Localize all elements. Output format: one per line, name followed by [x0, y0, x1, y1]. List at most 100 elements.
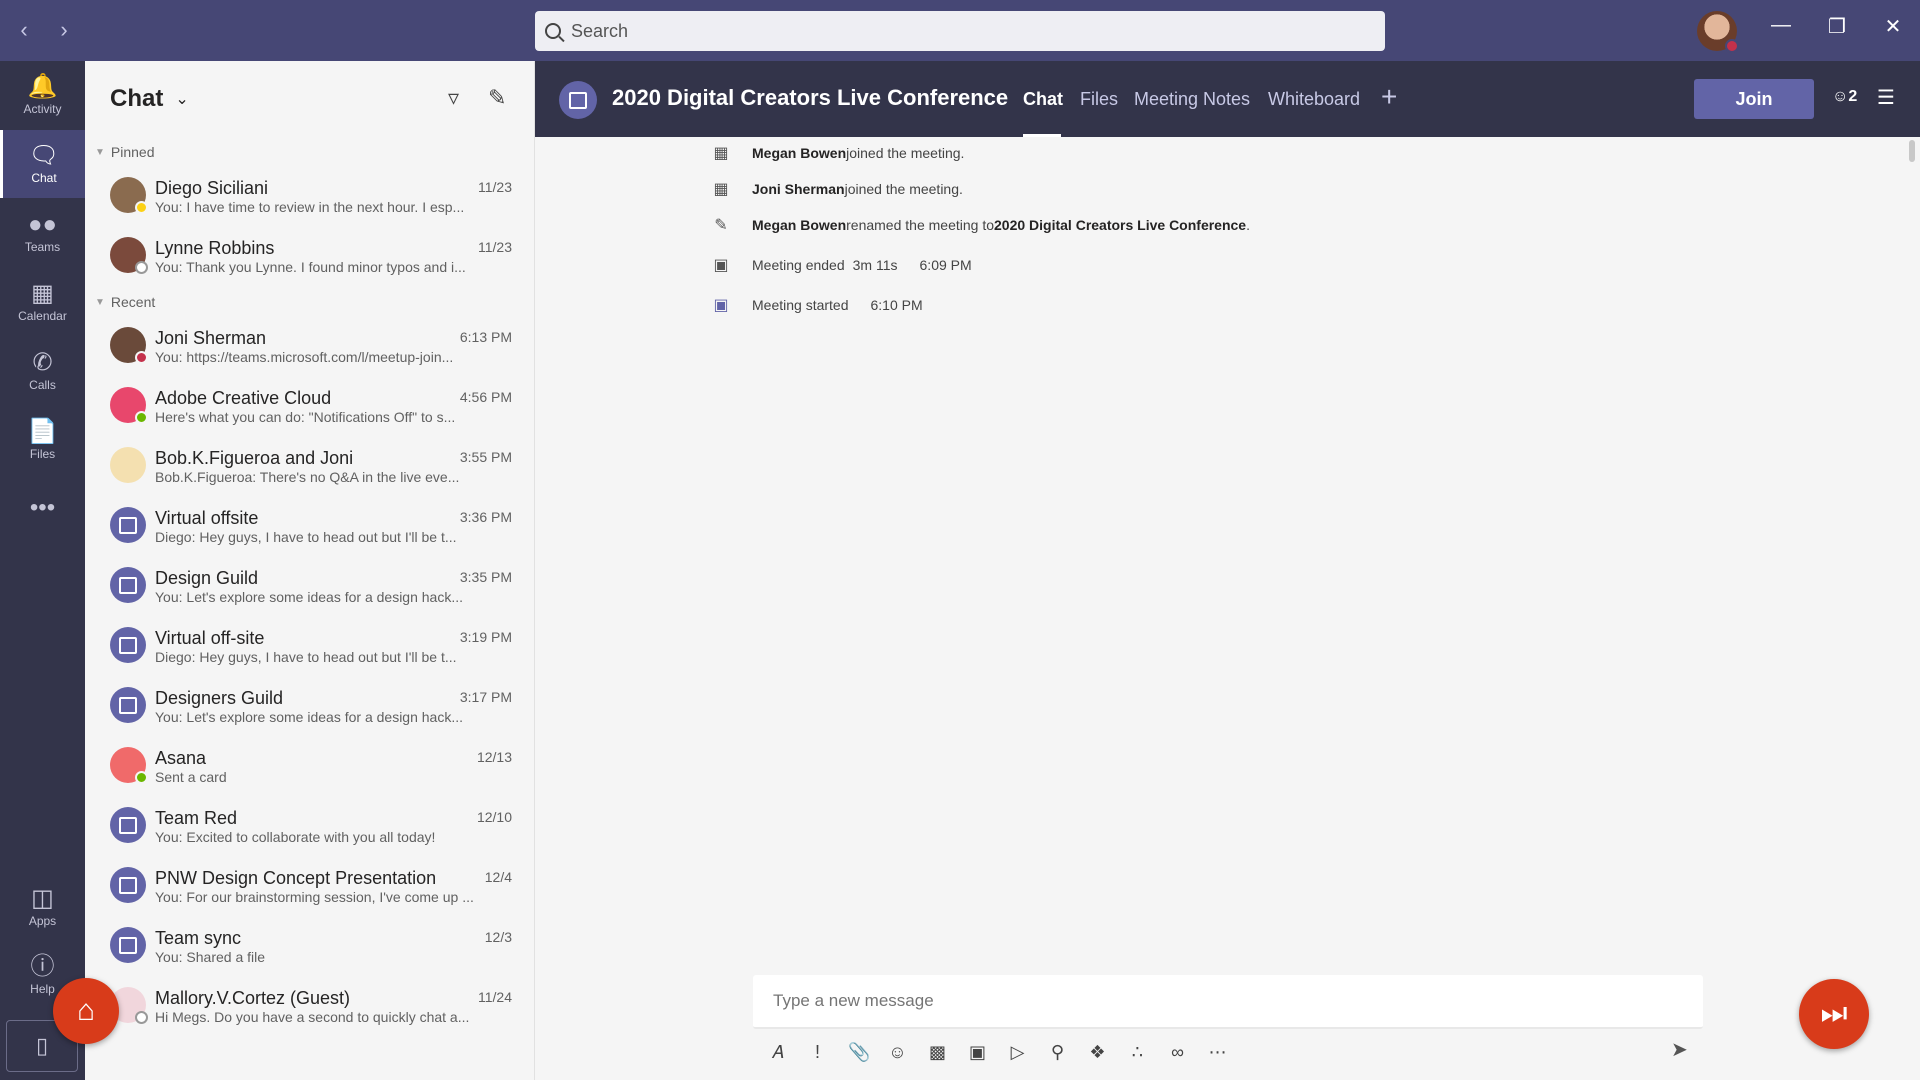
chat-list-item[interactable]: Adobe Creative Cloud 4:56 PM Here's what y…	[85, 377, 534, 437]
tab-files[interactable]: Files	[1080, 89, 1118, 110]
rail-label: Activity	[23, 102, 62, 116]
add-tab-icon[interactable]: +	[1381, 81, 1397, 113]
system-message: ✎ Megan Bowen renamed the meeting to 202…	[710, 213, 1250, 237]
pinned-label: Pinned	[110, 144, 155, 160]
message-input[interactable]	[773, 991, 1653, 1011]
chat-list-item[interactable]: Asana 12/13 Sent a card	[85, 737, 534, 797]
chat-preview: Hi Megs. Do you have a second to quickly…	[155, 1009, 470, 1025]
presence-busy-dot	[1725, 39, 1739, 53]
join-button[interactable]: Join	[1694, 79, 1814, 119]
meeting-calendar-icon	[559, 81, 597, 119]
profile-avatar[interactable]	[1697, 11, 1739, 53]
chat-list-item[interactable]: Mallory.V.Cortez (Guest) 11/24 Hi Megs. Do…	[85, 977, 534, 1037]
gif-icon[interactable]: ▩	[928, 1042, 947, 1063]
chat-name: Team sync	[155, 928, 242, 948]
participants-button[interactable]: ☺2	[1832, 88, 1857, 106]
rail-item-teams[interactable]: ●● Teams	[0, 199, 85, 267]
system-message: ▦ Megan Bowen joined the meeting.	[710, 141, 964, 165]
rail-item-apps[interactable]: ◫ Apps	[0, 873, 85, 941]
avatar	[110, 927, 146, 963]
recent-section-toggle[interactable]: ▼ Recent	[85, 287, 534, 317]
rail-item-files[interactable]: 📄 Files	[0, 406, 85, 474]
chat-list-item[interactable]: Diego Siciliani 11/23 You: I have time to …	[85, 167, 534, 227]
chat-list-item[interactable]: Lynne Robbins 11/23 You: Thank you Lynne. …	[85, 227, 534, 287]
chat-preview: You: https://teams.microsoft.com/l/meetu…	[155, 349, 454, 365]
chat-list-item[interactable]: Virtual off-site 3:19 PM Diego: Hey guys, …	[85, 617, 534, 677]
sticker-icon[interactable]: ▣	[968, 1042, 987, 1063]
message-composer[interactable]	[753, 975, 1703, 1029]
loop-icon[interactable]: ∞	[1168, 1042, 1187, 1063]
meet-now-icon[interactable]: ▷	[1008, 1042, 1027, 1063]
system-message: ▣ Meeting started 6:10 PM	[710, 293, 922, 317]
more-options-icon[interactable]: ⋯	[1208, 1042, 1227, 1063]
tab-meeting-notes[interactable]: Meeting Notes	[1134, 89, 1250, 110]
next-fab-button[interactable]: ⏭	[1799, 979, 1869, 1049]
tab-chat[interactable]: Chat	[1023, 89, 1063, 110]
chat-list-pane: Chat ⌄ ▿ ✎ ▼ Pinned Diego Siciliani 11/23…	[85, 61, 535, 1080]
more-apps-button[interactable]: •••	[0, 475, 85, 543]
praise-icon[interactable]: ⚲	[1048, 1042, 1067, 1063]
send-icon[interactable]: ➤	[1671, 1037, 1688, 1062]
format-icon[interactable]: 𝐴	[768, 1042, 787, 1063]
rail-item-activity[interactable]: 🔔 Activity	[0, 61, 85, 129]
chat-name: Bob.K.Figueroa and Joni	[155, 448, 354, 468]
chat-preview: You: Excited to collaborate with you all…	[155, 829, 436, 845]
chat-list-item[interactable]: Team sync 12/3 You: Shared a file	[85, 917, 534, 977]
restore-icon[interactable]: ❐	[1822, 14, 1852, 39]
chat-list-item[interactable]: Virtual offsite 3:36 PM Diego: Hey guys, I…	[85, 497, 534, 557]
chat-name: Asana	[155, 748, 207, 768]
chat-name: Virtual off-site	[155, 628, 265, 648]
emoji-icon[interactable]: ☺	[888, 1042, 907, 1063]
search-icon	[545, 23, 561, 39]
close-icon[interactable]: ✕	[1878, 14, 1908, 39]
attach-icon[interactable]: 📎	[848, 1042, 870, 1063]
chat-name: Virtual offsite	[155, 508, 259, 528]
compose-toolbar: 𝐴 ! 📎 ☺ ▩ ▣ ▷ ⚲ ❖ ∴ ∞ ⋯	[768, 1037, 1227, 1067]
search-box[interactable]: Search	[535, 11, 1385, 51]
chat-preview: You: Thank you Lynne. I found minor typo…	[155, 259, 466, 275]
important-icon[interactable]: !	[808, 1042, 827, 1063]
mobile-icon: ▯	[35, 1033, 49, 1058]
chat-list-item[interactable]: Joni Sherman 6:13 PM You: https://teams.mi…	[85, 317, 534, 377]
chat-name: Diego Siciliani	[155, 178, 269, 198]
caret-down-icon: ▼	[95, 146, 105, 158]
calendar-icon: ▦	[31, 280, 54, 307]
rail-item-calls[interactable]: ✆ Calls	[0, 337, 85, 405]
title-bar: ‹ › Search — ❐ ✕	[0, 0, 1920, 61]
system-message: ▦ Joni Sherman joined the meeting.	[710, 177, 962, 201]
rail-label: Files	[29, 447, 56, 461]
avatar	[110, 567, 146, 603]
chat-preview: You: I have time to review in the next h…	[155, 199, 465, 215]
chat-name: Adobe Creative Cloud	[155, 388, 332, 408]
avatar	[110, 507, 146, 543]
chevron-right-icon[interactable]: ›	[54, 18, 74, 42]
avatar	[110, 687, 146, 723]
chat-list-title[interactable]: Chat	[110, 85, 163, 113]
chat-list-item[interactable]: Designers Guild 3:17 PM You: Let's explore…	[85, 677, 534, 737]
apps-cluster-icon[interactable]: ∴	[1128, 1042, 1147, 1063]
pinned-section-toggle[interactable]: ▼ Pinned	[85, 137, 534, 167]
chat-list-item[interactable]: Design Guild 3:35 PM You: Let's explore so…	[85, 557, 534, 617]
chevron-down-icon[interactable]: ⌄	[175, 89, 188, 109]
chevron-left-icon[interactable]: ‹	[14, 18, 34, 42]
chat-list-item[interactable]: Bob.K.Figueroa and Joni 3:55 PM Bob.K.Figu…	[85, 437, 534, 497]
chat-time: 11/23	[478, 239, 512, 255]
app-icon[interactable]: ❖	[1088, 1042, 1107, 1063]
new-chat-icon[interactable]: ✎	[488, 85, 506, 111]
chat-preview: Here's what you can do: "Notifications O…	[155, 409, 456, 425]
rail-label: Calls	[29, 378, 56, 392]
rail-item-chat[interactable]: 🗨 Chat	[0, 130, 85, 198]
scrollbar[interactable]	[1909, 140, 1915, 162]
tab-whiteboard[interactable]: Whiteboard	[1268, 89, 1360, 110]
chat-icon: 🗨	[28, 142, 60, 169]
filter-icon[interactable]: ▿	[448, 85, 459, 111]
chat-preview: You: For our brainstorming session, I've…	[155, 889, 474, 905]
home-fab-button[interactable]: ⌂	[53, 978, 119, 1044]
details-list-icon[interactable]: ☰	[1877, 85, 1895, 110]
chat-time: 3:55 PM	[459, 449, 512, 465]
minimize-icon[interactable]: —	[1766, 14, 1796, 37]
chat-list-item[interactable]: Team Red 12/10 You: Excited to collaborate…	[85, 797, 534, 857]
rail-item-calendar[interactable]: ▦ Calendar	[0, 268, 85, 336]
chat-list-item[interactable]: PNW Design Concept Presentation 12/4 You: …	[85, 857, 534, 917]
meeting-title: 2020 Digital Creators Live Conference	[612, 85, 1009, 110]
